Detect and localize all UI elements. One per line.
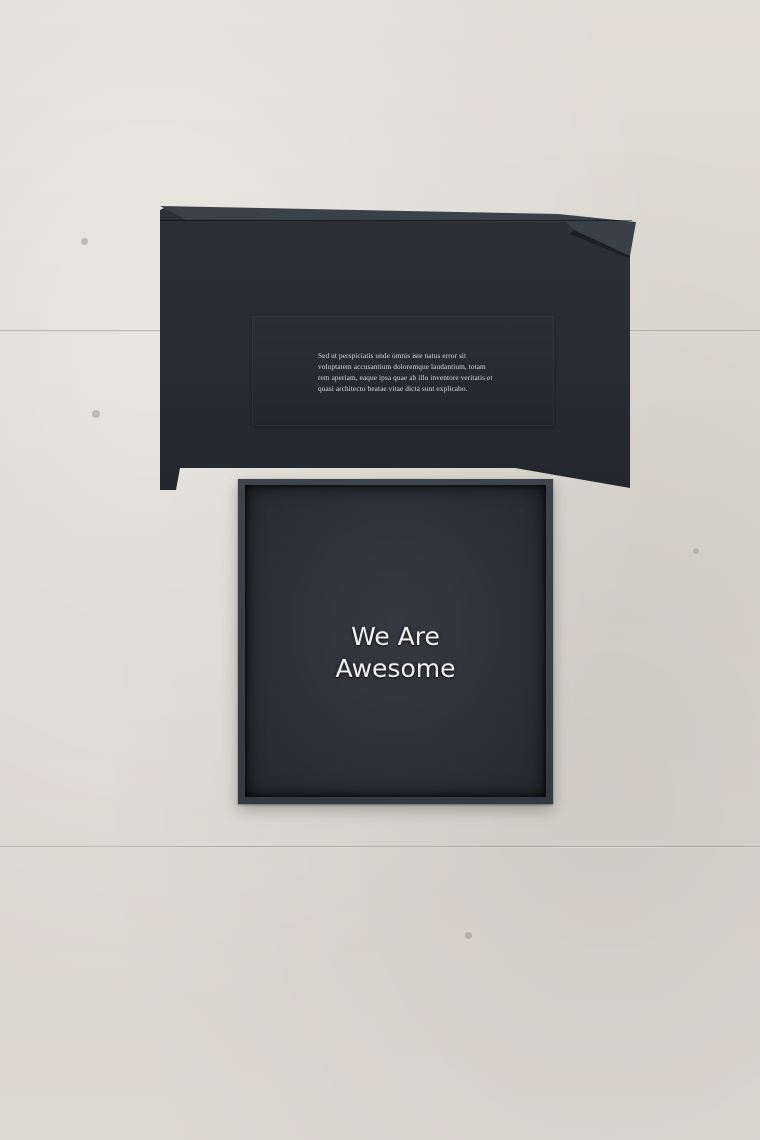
lid-text-panel: Sed ut perspiciatis unde omnis iste natu…	[252, 316, 554, 426]
lid-description: Sed ut perspiciatis unde omnis iste natu…	[318, 351, 493, 393]
box-headline-line1: We Are	[351, 622, 440, 651]
box-interior: We Are Awesome	[245, 485, 546, 797]
wall-dent	[693, 548, 699, 554]
wall-dent	[92, 410, 100, 418]
wall-dent	[81, 238, 88, 245]
box-headline-line2: Awesome	[335, 654, 456, 683]
wall-dent	[465, 932, 472, 939]
box-headline: We Are Awesome	[245, 621, 546, 685]
gift-box: We Are Awesome	[238, 479, 553, 804]
wall-seam-lower	[0, 846, 760, 848]
box-lid: Sed ut perspiciatis unde omnis iste natu…	[160, 206, 636, 491]
